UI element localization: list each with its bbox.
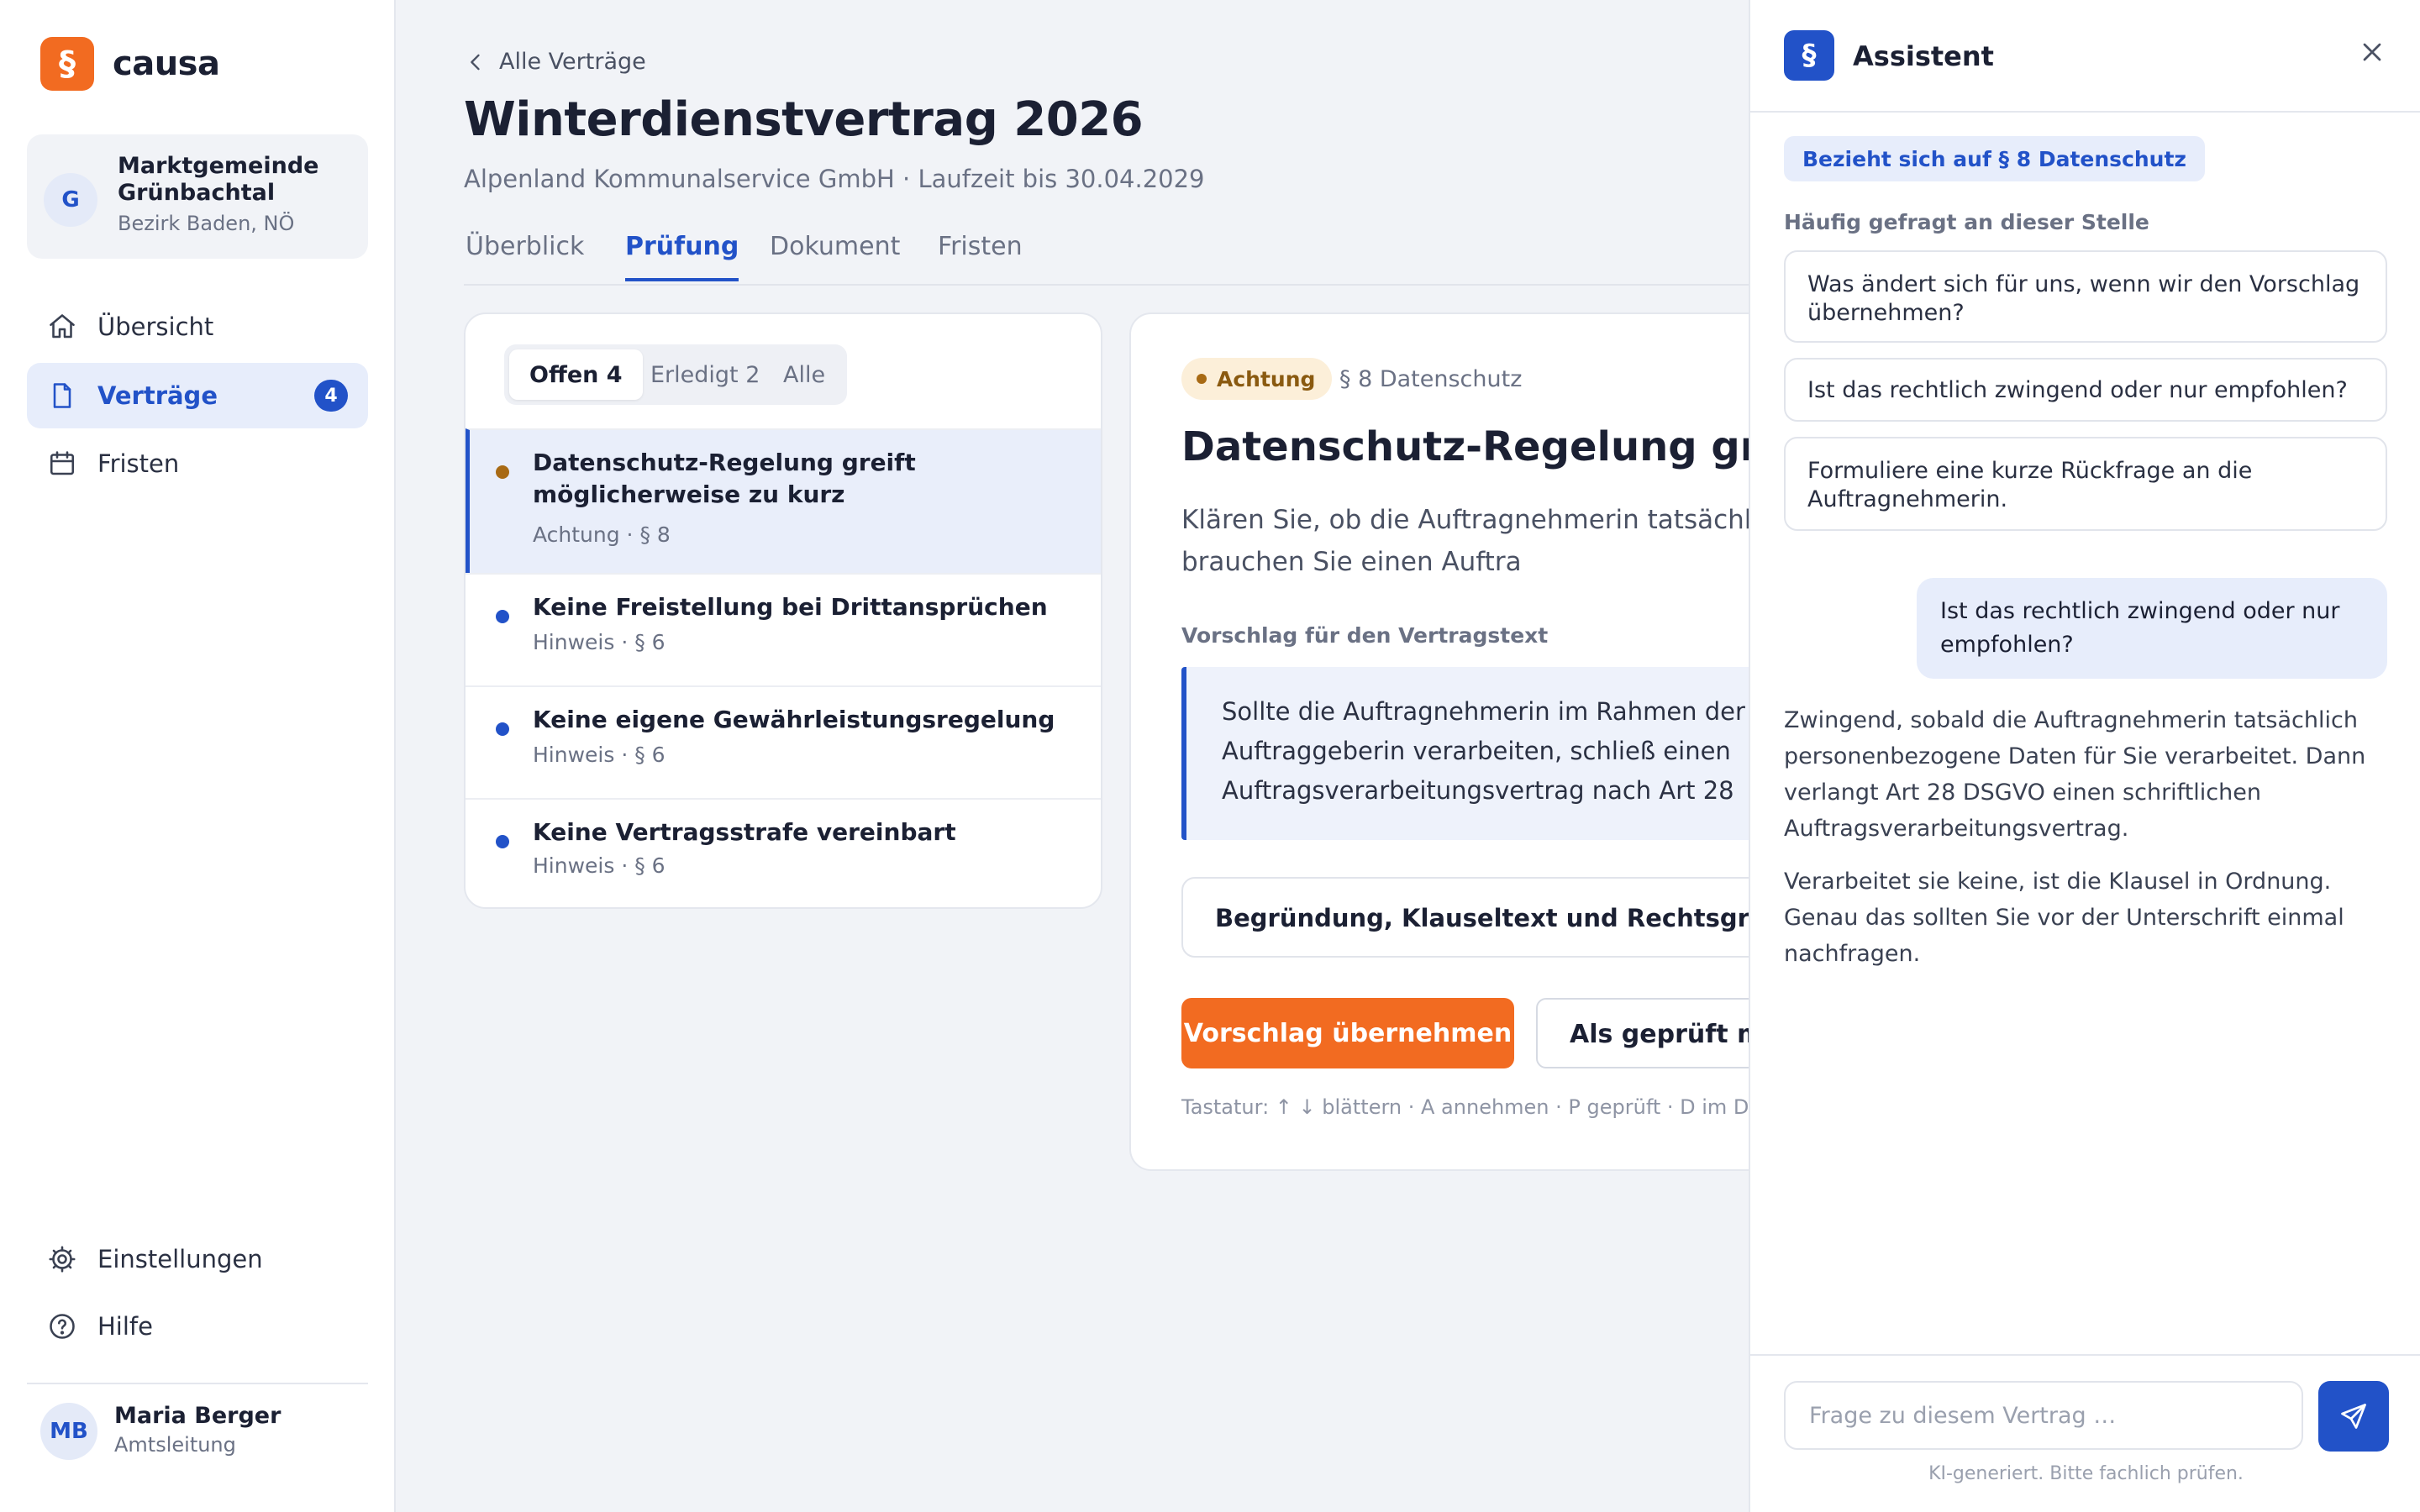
issue-description: Klären Sie, ob die Auftragnehmerin tatsä… [1181,505,1800,577]
severity-badge: Achtung [1181,358,1333,400]
assistant-title: Assistent [1853,40,1994,72]
tab-fristen[interactable]: Fristen [938,232,1023,278]
context-reference-chip: Bezieht sich auf § 8 Datenschutz [1784,136,2205,181]
org-name: Marktgemeinde Grünbachtal [118,153,319,206]
filter-all[interactable]: Alle [763,349,845,400]
issue-title: Keine eigene Gewährleistungsregelung [533,706,1055,733]
assistant-answer-paragraph: Verarbeitet sie keine, ist die Klausel i… [1784,869,2344,967]
user-message-bubble: Ist das rechtlich zwingend oder nur empf… [1917,578,2387,679]
suggested-question-text: Was ändert sich für uns, wenn wir den Vo… [1807,271,2360,326]
org-region: Bezirk Baden, NÖ [118,212,295,235]
suggestion-box: Sollte die Auftragnehmerin im Rahmen der… [1181,667,1800,840]
user-role: Amtsleitung [114,1433,236,1457]
avatar[interactable]: MB [40,1403,97,1460]
suggested-question-text: Ist das rechtlich zwingend oder nur empf… [1807,377,2348,403]
issue-title: Keine Vertragsstrafe vereinbart [533,818,956,846]
tab-pruefung[interactable]: Prüfung [625,232,739,281]
brand-name: causa [113,45,220,83]
list-item[interactable]: Keine eigene Gewährleistungsregelung Hin… [466,685,1101,798]
page-title: Winterdienstvertrag 2026 [464,92,1144,147]
keyboard-hint: Tastatur: ↑ ↓ blättern · A annehmen · P … [1181,1095,1786,1119]
issue-meta: Hinweis · § 6 [533,630,666,654]
issue-detail-title: Datenschutz-Regelung greift [1181,423,1802,470]
close-icon[interactable] [2357,37,2387,67]
severity-badge-label: Achtung [1217,366,1316,391]
suggestion-label: Vorschlag für den Vertragstext [1181,623,1549,648]
count-badge: 4 [314,380,348,412]
chat-composer: KI-generiert. Bitte fachlich prüfen. [1750,1354,2420,1512]
sidebar-item-uebersicht[interactable]: Übersicht [27,294,368,360]
issue-title: Datenschutz-Regelung greift möglicherwei… [533,449,916,508]
brand[interactable]: § causa [40,37,220,91]
info-dot-icon [496,835,509,848]
assistant-logo-icon: § [1784,30,1834,81]
assistant-panel: § Assistent Bezieht sich auf § 8 Datensc… [1749,0,2420,1512]
user-name: Maria Berger [114,1403,281,1429]
sidebar-item-label: Übersicht [97,312,214,341]
sidebar-item-label: Verträge [97,381,218,410]
suggestion-text: Sollte die Auftragnehmerin im Rahmen der… [1222,697,1800,805]
user-message-text: Ist das rechtlich zwingend oder nur empf… [1940,598,2340,658]
ai-disclaimer: KI-generiert. Bitte fachlich prüfen. [1928,1463,2244,1484]
sidebar-item-label: Fristen [97,449,180,478]
page-subtitle: Alpenland Kommunalservice GmbH · Laufzei… [464,165,1205,193]
disclosure-label: Begründung, Klauseltext und Rechtsgrundl… [1215,904,1802,932]
issue-meta: Hinweis · § 6 [533,743,666,767]
faq-label: Häufig gefragt an dieser Stelle [1784,210,2149,234]
home-icon [50,314,75,339]
breadcrumb-back-link[interactable]: Alle Verträge [464,49,646,75]
suggested-question[interactable]: Was ändert sich für uns, wenn wir den Vo… [1784,250,2387,343]
org-avatar: G [44,173,97,227]
tab-bar: Überblick Prüfung Dokument Fristen [464,227,1758,286]
issue-meta: Achtung · § 8 [533,522,671,547]
warning-dot-icon [1197,374,1207,384]
gear-icon [49,1246,76,1273]
issue-meta: Hinweis · § 6 [533,853,666,878]
send-icon [2341,1404,2366,1429]
chat-input[interactable] [1784,1381,2303,1450]
warning-dot-icon [496,465,509,479]
filter-segmented-control: Offen 4 Erledigt 2 Alle [504,344,847,405]
filter-done[interactable]: Erledigt 2 [630,349,780,400]
details-disclosure[interactable]: Begründung, Klauseltext und Rechtsgrundl… [1181,877,1802,958]
section-reference: § 8 Datenschutz [1339,366,1523,392]
sidebar-item-vertraege[interactable]: Verträge 4 [27,363,368,428]
chevron-left-icon [471,54,480,70]
sidebar-item-fristen[interactable]: Fristen [27,431,368,496]
calendar-icon [50,451,75,475]
sidebar-item-label: Hilfe [97,1312,153,1341]
divider [27,1383,368,1384]
info-dot-icon [496,722,509,736]
list-item[interactable]: Keine Freistellung bei Drittansprüchen H… [466,573,1101,685]
assistant-answer-paragraph: Zwingend, sobald die Auftragnehmerin tat… [1784,707,2366,842]
sidebar-item-hilfe[interactable]: Hilfe [27,1294,368,1359]
sidebar-item-label: Einstellungen [97,1245,263,1273]
issues-list-card: Offen 4 Erledigt 2 Alle Datenschutz-Rege… [464,312,1102,909]
list-item[interactable]: Datenschutz-Regelung greift möglicherwei… [466,428,1101,573]
issue-title: Keine Freistellung bei Drittansprüchen [533,593,1048,621]
sidebar-item-einstellungen[interactable]: Einstellungen [27,1226,368,1292]
causa-logo-icon: § [40,37,94,91]
accept-suggestion-button[interactable]: Vorschlag übernehmen [1181,998,1514,1068]
tab-dokument[interactable]: Dokument [770,232,900,278]
list-item[interactable]: Keine Vertragsstrafe vereinbart Hinweis … [466,798,1101,907]
help-icon [50,1314,75,1339]
send-button[interactable] [2318,1381,2389,1452]
assistant-header: § Assistent [1750,0,2420,113]
organization-switcher[interactable]: G Marktgemeinde Grünbachtal Bezirk Baden… [27,134,368,259]
document-icon [53,383,71,408]
suggested-question[interactable]: Formuliere eine kurze Rückfrage an die A… [1784,437,2387,531]
suggested-question[interactable]: Ist das rechtlich zwingend oder nur empf… [1784,358,2387,422]
breadcrumb-label: Alle Verträge [499,49,646,75]
sidebar: § causa G Marktgemeinde Grünbachtal Bezi… [0,0,396,1512]
suggested-question-text: Formuliere eine kurze Rückfrage an die A… [1807,458,2253,512]
filter-open[interactable]: Offen 4 [509,349,643,400]
issue-detail-card: Achtung § 8 Datenschutz Datenschutz-Rege… [1129,312,1802,1171]
tab-ueberblick[interactable]: Überblick [466,232,584,278]
info-dot-icon [496,610,509,623]
